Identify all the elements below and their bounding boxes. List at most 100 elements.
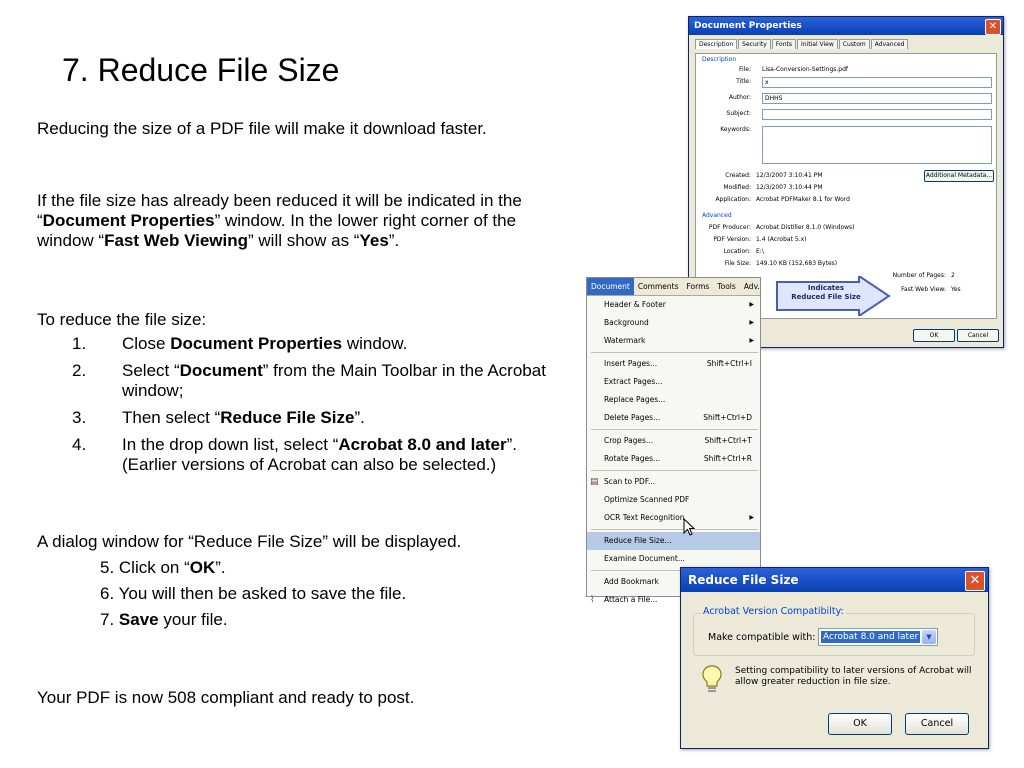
menu-tools[interactable]: Tools [713, 278, 739, 295]
tab-strip: Description Security Fonts Initial View … [695, 39, 1003, 49]
advanced-section-label: Advanced [702, 212, 732, 219]
subject-label: Subject: [726, 110, 751, 117]
callout-label: Indicates Reduced File Size [791, 284, 861, 301]
menu-separator [591, 352, 758, 353]
text-run: ”. [388, 231, 400, 250]
producer-label: PDF Producer: [708, 224, 751, 231]
reduce-file-size-dialog: Reduce File Size ✕ Acrobat Version Compa… [680, 567, 989, 749]
version-value: 1.4 (Acrobat 5.x) [756, 236, 807, 243]
close-icon[interactable]: ✕ [985, 19, 1001, 35]
tab-security[interactable]: Security [738, 39, 771, 49]
pages-value: 2 [951, 272, 955, 279]
tab-description[interactable]: Description [695, 39, 738, 49]
bold-run: Document Properties [42, 211, 215, 230]
created-label: Created: [725, 172, 751, 179]
step-number: 2. [72, 361, 87, 380]
slide-title: 7. Reduce File Size [62, 52, 340, 88]
shortcut: Shift+Ctrl+I [706, 359, 752, 368]
tab-custom[interactable]: Custom [838, 39, 870, 49]
bold-run: Fast Web Viewing [104, 231, 248, 250]
document-menu: Document Comments Forms Tools Adv. Heade… [586, 277, 761, 605]
menu-separator [591, 529, 758, 530]
paperclip-icon: ⌇ [590, 595, 595, 605]
list-item: 2. Select “Document” from the Main Toolba… [72, 361, 552, 401]
title-field[interactable]: x [762, 77, 992, 88]
menu-item-watermark[interactable]: Watermark ▶ [587, 332, 760, 350]
list-item: 1. Close Document Properties window. [72, 334, 552, 354]
menu-item-header-footer[interactable]: Header & Footer ▶ [587, 296, 760, 314]
dialog-titlebar: Reduce File Size ✕ [681, 568, 988, 592]
menu-item-ocr[interactable]: OCR Text Recognition ▶ [587, 509, 760, 527]
modified-value: 12/3/2007 3:10:44 PM [756, 184, 823, 191]
menu-bar: Document Comments Forms Tools Adv. [587, 278, 760, 296]
menu-item-replace-pages[interactable]: Replace Pages... [587, 391, 760, 409]
application-value: Acrobat PDFMaker 8.1 for Word [756, 196, 850, 203]
step-text: In the drop down list, select “Acrobat 8… [122, 435, 517, 474]
description-section-label: Description [702, 56, 737, 63]
compatibility-hint: Setting compatibility to later versions … [735, 666, 972, 687]
step-5: 5. Click on “OK”. [100, 558, 226, 577]
keywords-field[interactable] [762, 126, 992, 164]
step-number: 1. [72, 334, 87, 353]
fast-web-paragraph: If the file size has already been reduce… [37, 191, 557, 251]
shortcut: Shift+Ctrl+T [704, 436, 752, 445]
closing-paragraph: Your PDF is now 508 compliant and ready … [37, 688, 415, 707]
window-title: Document Properties [694, 21, 802, 31]
fast-web-view-value: Yes [951, 286, 961, 293]
tab-initial-view[interactable]: Initial View [797, 39, 838, 49]
submenu-arrow-icon: ▶ [749, 514, 754, 521]
menu-item-reduce-file-size[interactable]: Reduce File Size... [587, 532, 760, 550]
submenu-arrow-icon: ▶ [749, 337, 754, 344]
submenu-arrow-icon: ▶ [749, 319, 754, 326]
dialog-note: A dialog window for “Reduce File Size” w… [37, 532, 462, 551]
subject-field[interactable] [762, 109, 992, 120]
application-label: Application: [715, 196, 751, 203]
group-label: Acrobat Version Compatibilty: [701, 606, 846, 617]
menu-comments[interactable]: Comments [634, 278, 683, 295]
menu-advanced[interactable]: Adv. [740, 278, 764, 295]
cancel-button[interactable]: Cancel [905, 713, 969, 735]
cancel-button[interactable]: Cancel [957, 329, 999, 342]
make-compatible-label: Make compatible with: [708, 632, 816, 643]
window-titlebar: Document Properties ✕ [689, 17, 1003, 35]
menu-item-examine-document[interactable]: Examine Document... [587, 550, 760, 568]
menu-item-background[interactable]: Background ▶ [587, 314, 760, 332]
steps-list: 1. Close Document Properties window. 2. Se… [72, 334, 552, 482]
menu-item-insert-pages[interactable]: Insert Pages... Shift+Ctrl+I [587, 355, 760, 373]
keywords-label: Keywords: [720, 126, 751, 133]
lightbulb-icon [702, 665, 722, 692]
ok-button[interactable]: OK [913, 329, 955, 342]
menu-item-crop-pages[interactable]: Crop Pages... Shift+Ctrl+T [587, 432, 760, 450]
additional-metadata-button[interactable]: Additional Metadata... [924, 170, 994, 182]
menu-forms[interactable]: Forms [683, 278, 714, 295]
text-run: ” will show as “ [248, 231, 360, 250]
menu-item-delete-pages[interactable]: Delete Pages... Shift+Ctrl+D [587, 409, 760, 427]
menu-document[interactable]: Document [587, 278, 634, 295]
close-icon[interactable]: ✕ [965, 571, 985, 591]
ok-button[interactable]: OK [828, 713, 892, 735]
step-text: Select “Document” from the Main Toolbar … [122, 361, 546, 400]
tab-advanced[interactable]: Advanced [870, 39, 909, 49]
to-reduce-heading: To reduce the file size: [37, 310, 207, 329]
menu-separator [591, 429, 758, 430]
producer-value: Acrobat Distiller 8.1.0 (Windows) [756, 224, 855, 231]
menu-item-rotate-pages[interactable]: Rotate Pages... Shift+Ctrl+R [587, 450, 760, 468]
list-item: 4. In the drop down list, select “Acrobat… [72, 435, 552, 475]
file-label: File: [738, 66, 751, 73]
compatibility-select[interactable]: Acrobat 8.0 and later ▼ [818, 628, 938, 646]
menu-item-optimize-scanned[interactable]: Optimize Scanned PDF [587, 491, 760, 509]
title-label: Title: [736, 78, 751, 85]
location-label: Location: [723, 248, 751, 255]
step-text: Then select “Reduce File Size”. [122, 408, 365, 427]
intro-paragraph: Reducing the size of a PDF file will mak… [37, 119, 487, 138]
chevron-down-icon[interactable]: ▼ [922, 630, 936, 644]
menu-item-extract-pages[interactable]: Extract Pages... [587, 373, 760, 391]
shortcut: Shift+Ctrl+R [703, 454, 752, 463]
filesize-value: 149.10 KB (152,683 Bytes) [756, 260, 838, 267]
author-field[interactable]: DHHS [762, 93, 992, 104]
tab-fonts[interactable]: Fonts [771, 39, 797, 49]
filesize-label: File Size: [724, 260, 751, 267]
dialog-title: Reduce File Size [688, 573, 799, 587]
author-label: Author: [728, 94, 751, 101]
menu-item-scan-to-pdf[interactable]: ▤ Scan to PDF... [587, 473, 760, 491]
